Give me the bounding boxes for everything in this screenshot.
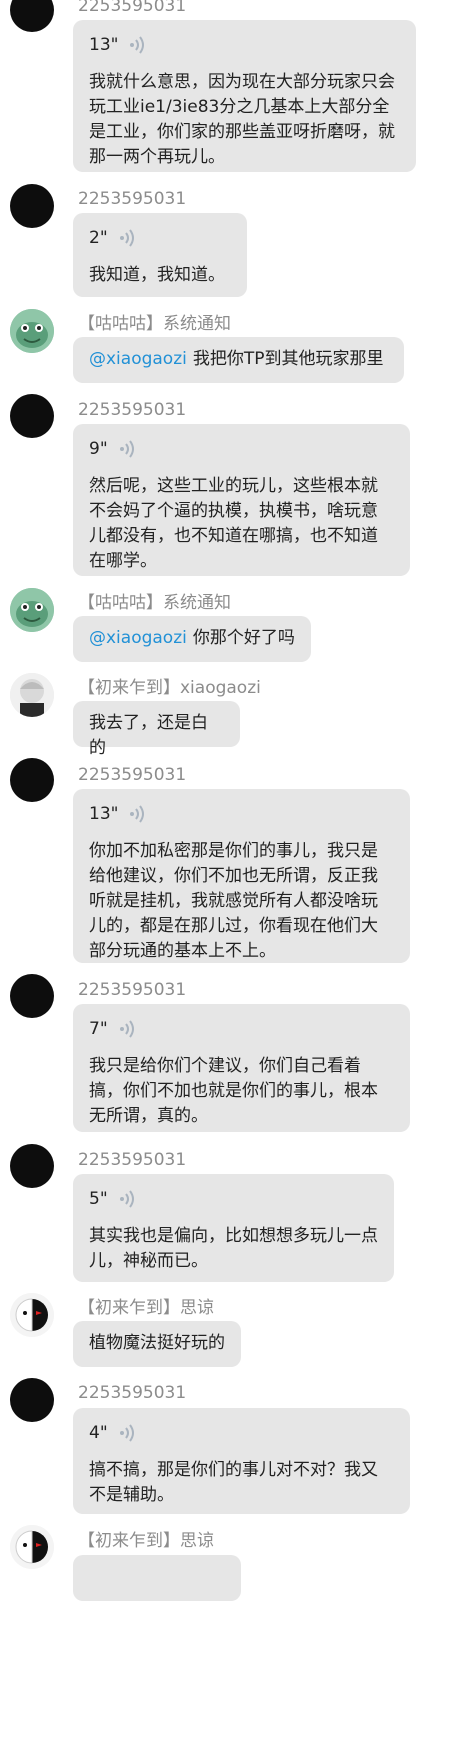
voice-duration: 9" xyxy=(89,438,108,459)
voice-duration: 4" xyxy=(89,1422,108,1443)
sender-name: 2253595031 xyxy=(78,980,187,1000)
voice-duration: 13" xyxy=(89,34,119,55)
sender-name: 2253595031 xyxy=(78,0,187,16)
sender-name: 【初来乍到】xiaogaozi xyxy=(78,678,261,698)
speaker-icon xyxy=(128,34,150,56)
voice-duration: 5" xyxy=(89,1188,108,1209)
message-text: 其实我也是偏向，比如想想多玩儿一点儿，神秘而已。 xyxy=(89,1226,378,1271)
message-text: 你那个好了吗 xyxy=(192,628,295,648)
speaker-icon xyxy=(118,1018,140,1040)
voice-message-bubble[interactable]: 7" 我只是给你们个建议，你们自己看着搞，你们不加也就是你们的事儿，根本无所谓，… xyxy=(73,1004,410,1132)
message-bubble[interactable] xyxy=(73,1555,241,1601)
user-avatar[interactable] xyxy=(10,974,54,1018)
user-avatar[interactable] xyxy=(10,673,54,717)
user-avatar[interactable] xyxy=(10,184,54,228)
voice-message-bubble[interactable]: 13" 我就什么意思，因为现在大部分玩家只会玩工业ie1/3ie83分之几基本上… xyxy=(73,20,416,172)
voice-message-bubble[interactable]: 4" 搞不搞，那是你们的事儿对不对？我又不是辅助。 xyxy=(73,1408,410,1514)
sender-name: 2253595031 xyxy=(78,1150,187,1170)
user-avatar[interactable] xyxy=(10,1378,54,1422)
sender-name: 【咕咕咕】系统通知 xyxy=(78,314,231,334)
message-bubble[interactable]: 植物魔法挺好玩的 xyxy=(73,1321,241,1367)
message-text: 你加不加私密那是你们的事儿，我只是给他建议，你们不加也无所谓，反正我听就是挂机，… xyxy=(89,841,378,961)
voice-duration: 2" xyxy=(89,227,108,248)
voice-message-bubble[interactable]: 5" 其实我也是偏向，比如想想多玩儿一点儿，神秘而已。 xyxy=(73,1174,394,1282)
speaker-icon xyxy=(118,438,140,460)
message-text: 然后呢，这些工业的玩儿，这些根本就不会妈了个逼的执模，执模书，啥玩意儿都没有，也… xyxy=(89,476,378,571)
user-avatar[interactable] xyxy=(10,394,54,438)
speaker-icon xyxy=(118,227,140,249)
message-text: 我只是给你们个建议，你们自己看着搞，你们不加也就是你们的事儿，根本无所谓，真的。 xyxy=(89,1056,378,1126)
user-avatar[interactable] xyxy=(10,758,54,802)
speaker-icon xyxy=(118,1188,140,1210)
sender-name: 【初来乍到】思谅 xyxy=(78,1531,214,1551)
user-avatar[interactable] xyxy=(10,1525,54,1569)
sender-name: 【初来乍到】思谅 xyxy=(78,1298,214,1318)
message-text: 搞不搞，那是你们的事儿对不对？我又不是辅助。 xyxy=(89,1460,378,1505)
sender-name: 2253595031 xyxy=(78,189,187,209)
sender-name: 2253595031 xyxy=(78,765,187,785)
user-avatar[interactable] xyxy=(10,0,54,32)
user-avatar[interactable] xyxy=(10,588,54,632)
speaker-icon xyxy=(128,803,150,825)
voice-message-bubble[interactable]: 2" 我知道，我知道。 xyxy=(73,213,247,297)
user-avatar[interactable] xyxy=(10,1293,54,1337)
voice-message-bubble[interactable]: 9" 然后呢，这些工业的玩儿，这些根本就不会妈了个逼的执模，执模书，啥玩意儿都没… xyxy=(73,424,410,576)
voice-duration: 13" xyxy=(89,803,119,824)
voice-duration: 7" xyxy=(89,1018,108,1039)
message-text: 我就什么意思，因为现在大部分玩家只会玩工业ie1/3ie83分之几基本上大部分全… xyxy=(89,72,395,167)
message-text: 我去了，还是白的 xyxy=(89,713,208,758)
sender-name: 【咕咕咕】系统通知 xyxy=(78,593,231,613)
user-avatar[interactable] xyxy=(10,1144,54,1188)
mention-link[interactable]: @xiaogaozi xyxy=(89,349,187,369)
sender-name: 2253595031 xyxy=(78,1383,187,1403)
mention-link[interactable]: @xiaogaozi xyxy=(89,628,187,648)
message-bubble[interactable]: @xiaogaozi 你那个好了吗 xyxy=(73,616,311,662)
message-text: 我把你TP到其他玩家那里 xyxy=(192,349,384,369)
speaker-icon xyxy=(118,1422,140,1444)
message-bubble[interactable]: 我去了，还是白的 xyxy=(73,701,240,758)
message-text: 植物魔法挺好玩的 xyxy=(89,1333,225,1353)
message-text: 我知道，我知道。 xyxy=(89,265,225,285)
sender-name: 2253595031 xyxy=(78,400,187,420)
user-avatar[interactable] xyxy=(10,309,54,353)
message-bubble[interactable]: @xiaogaozi 我把你TP到其他玩家那里 xyxy=(73,337,404,383)
voice-message-bubble[interactable]: 13" 你加不加私密那是你们的事儿，我只是给他建议，你们不加也无所谓，反正我听就… xyxy=(73,789,410,963)
